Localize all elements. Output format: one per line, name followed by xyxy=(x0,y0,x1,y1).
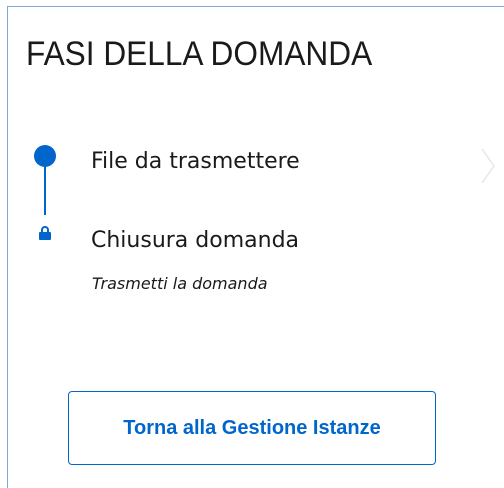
phases-panel: FASI DELLA DOMANDA File da trasmettere C… xyxy=(7,6,504,488)
back-to-gestione-istanze-button[interactable]: Torna alla Gestione Istanze xyxy=(68,391,436,465)
chevron-right-icon xyxy=(481,148,495,184)
step-label: Chiusura domanda xyxy=(91,228,300,253)
current-step-dot-icon xyxy=(34,145,56,167)
panel-title: FASI DELLA DOMANDA xyxy=(26,35,373,73)
lock-icon xyxy=(39,226,51,240)
step-label: File da trasmettere xyxy=(91,149,300,174)
step-sublabel: Trasmetti la domanda xyxy=(92,274,268,293)
step-connector xyxy=(44,167,46,215)
